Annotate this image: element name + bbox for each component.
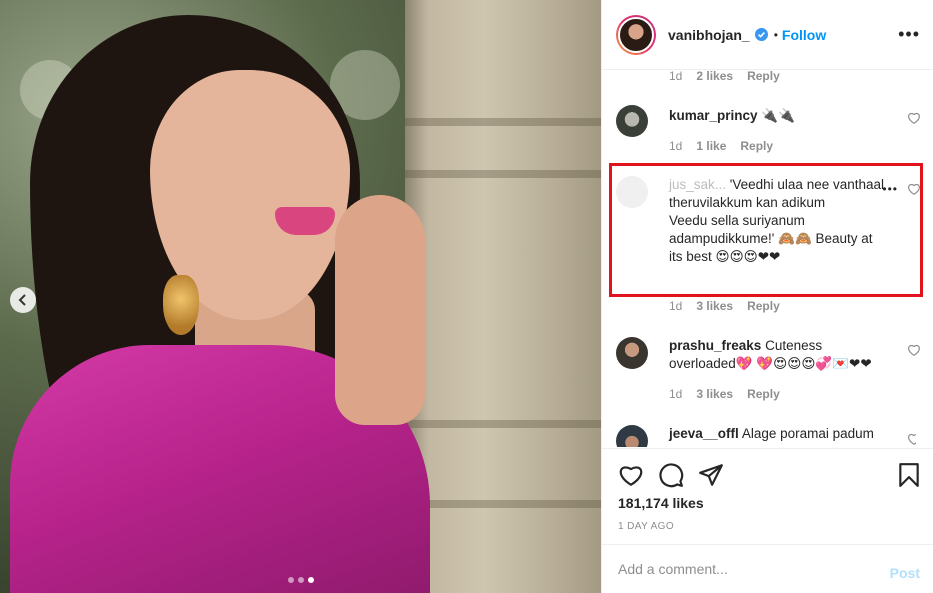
comment-avatar[interactable] <box>616 425 648 447</box>
carousel-dot-active <box>308 577 314 583</box>
comment-username[interactable]: jeeva__offl <box>669 426 739 441</box>
reply-button[interactable]: Reply <box>747 387 780 401</box>
comment-username[interactable]: kumar_princy <box>669 108 758 123</box>
carousel-prev-button[interactable] <box>10 287 36 313</box>
reply-button[interactable]: Reply <box>747 69 780 83</box>
pillar-groove <box>405 500 601 508</box>
post-timestamp[interactable]: 1 DAY AGO <box>618 521 674 532</box>
comment-item: prashu_freaks Cuteness overloaded💖 💖😍😍😍💞… <box>616 337 920 377</box>
stone-pillar <box>405 0 601 593</box>
add-comment-input[interactable] <box>618 561 868 577</box>
instagram-post-view: vanibhojan_ • Follow ••• 1d 2 likes Repl… <box>0 0 933 593</box>
comment-avatar[interactable] <box>616 176 648 208</box>
comment-avatar[interactable] <box>616 337 648 369</box>
comment-time: 1d <box>669 299 683 313</box>
comment-likes[interactable]: 3 likes <box>696 387 733 401</box>
comment-body: kumar_princy 🔌🔌 <box>669 107 884 125</box>
chevron-left-icon <box>18 294 26 306</box>
add-comment-bar: Post <box>602 544 933 593</box>
heart-icon[interactable] <box>907 432 916 446</box>
comment-likes[interactable]: 2 likes <box>696 69 733 83</box>
avatar-image <box>618 16 654 53</box>
comment-item: kumar_princy 🔌🔌 <box>616 105 920 165</box>
carousel-indicator <box>288 577 314 583</box>
post-header: vanibhojan_ • Follow ••• <box>602 0 933 70</box>
follow-button[interactable]: Follow <box>782 27 826 43</box>
comment-more-icon[interactable]: ••• <box>882 182 898 196</box>
comment-bubble-icon[interactable] <box>658 462 684 488</box>
more-horizontal-icon[interactable]: ••• <box>898 25 920 43</box>
heart-icon[interactable] <box>907 111 921 125</box>
comment-meta: 1d 1 like Reply <box>669 139 773 153</box>
carousel-dot <box>298 577 304 583</box>
pillar-groove <box>405 118 601 126</box>
comment-text: 🔌🔌 <box>761 108 795 123</box>
post-photo[interactable] <box>0 0 601 593</box>
avatar[interactable] <box>616 14 656 55</box>
pillar-groove <box>405 170 601 178</box>
comment-username[interactable]: jus_sak... <box>669 177 726 192</box>
share-send-icon[interactable] <box>698 462 724 488</box>
comment-avatar[interactable] <box>616 105 648 137</box>
comment-time: 1d <box>669 387 683 401</box>
reply-button[interactable]: Reply <box>747 299 780 313</box>
smile-shape <box>275 207 335 235</box>
verified-badge-icon <box>754 28 768 41</box>
comment-time: 1d <box>669 69 683 83</box>
hand-shape <box>335 195 425 425</box>
comment-body: jus_sak... 'Veedhi ulaa nee vanthaal the… <box>669 176 884 266</box>
comment-meta: 1d 2 likes Reply <box>669 69 780 83</box>
comment-time: 1d <box>669 139 683 153</box>
heart-icon[interactable] <box>907 343 921 357</box>
heart-icon[interactable] <box>907 182 921 196</box>
pillar-groove <box>405 420 601 428</box>
comment-item: jeeva__offl Alage poramai padum <box>616 425 916 447</box>
comment-body: jeeva__offl Alage poramai padum <box>669 425 909 443</box>
comment-text: Alage poramai padum <box>741 426 874 441</box>
reply-button[interactable]: Reply <box>740 139 773 153</box>
username-link[interactable]: vanibhojan_ <box>668 27 750 43</box>
carousel-dot <box>288 577 294 583</box>
post-side-panel: vanibhojan_ • Follow ••• 1d 2 likes Repl… <box>601 0 933 593</box>
like-heart-icon[interactable] <box>618 462 644 488</box>
comment-likes[interactable]: 3 likes <box>696 299 733 313</box>
comment-body: prashu_freaks Cuteness overloaded💖 💖😍😍😍💞… <box>669 337 884 373</box>
post-action-bar: 181,174 likes 1 DAY AGO <box>602 448 933 548</box>
comment-meta: 1d 3 likes Reply <box>669 299 780 313</box>
comment-meta: 1d 3 likes Reply <box>669 387 780 401</box>
earring-shape <box>163 275 199 335</box>
comment-username[interactable]: prashu_freaks <box>669 338 761 353</box>
likes-count[interactable]: 181,174 likes <box>618 495 704 511</box>
post-comment-button[interactable]: Post <box>890 565 920 581</box>
bookmark-icon[interactable] <box>896 462 922 488</box>
comment-likes[interactable]: 1 like <box>696 139 726 153</box>
comment-item-highlighted: jus_sak... 'Veedhi ulaa nee vanthaal the… <box>616 176 920 286</box>
separator-dot: • <box>773 27 778 42</box>
